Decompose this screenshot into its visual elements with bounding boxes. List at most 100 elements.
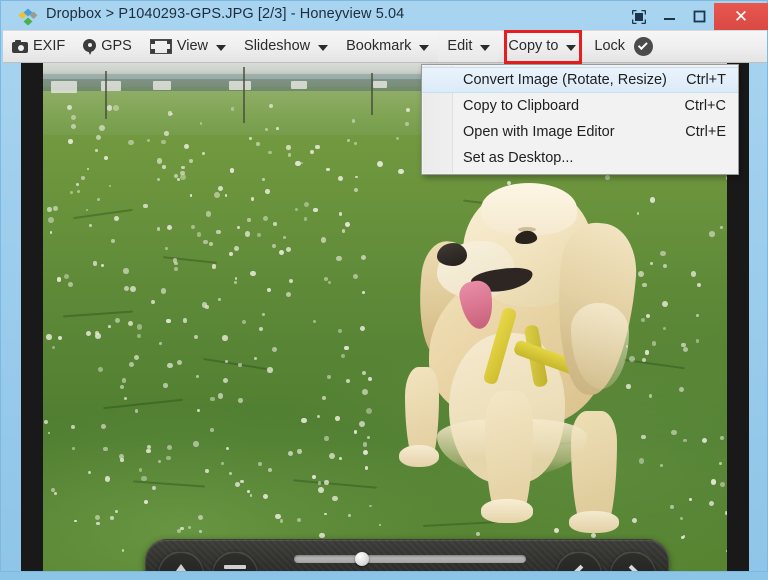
window-controls: ✕	[624, 3, 768, 30]
clover-dot	[682, 346, 688, 352]
clover-dot	[193, 441, 199, 447]
clover-dot	[113, 105, 119, 111]
clover-dot	[719, 462, 723, 466]
dog-subject	[375, 183, 675, 555]
clover-dot	[137, 333, 142, 338]
toolbar-item-view[interactable]: View	[141, 31, 235, 62]
edit-dropdown-menu[interactable]: Convert Image (Rotate, Resize) Ctrl+T Co…	[421, 64, 739, 175]
map-pin-icon	[83, 38, 97, 55]
toolbar-item-gps[interactable]: GPS	[74, 31, 141, 62]
clover-dot	[324, 436, 329, 442]
clover-dot	[121, 378, 127, 383]
menu-item-open-with-image-editor[interactable]: Open with Image Editor Ctrl+E	[422, 119, 738, 145]
toolbar-label-lock: Lock	[594, 38, 626, 55]
clover-dot	[405, 107, 410, 112]
toolbar-item-slideshow[interactable]: Slideshow	[235, 31, 337, 62]
toolbar-item-edit[interactable]: Edit	[438, 31, 500, 62]
clover-dot	[364, 466, 369, 470]
clover-dot	[258, 326, 263, 331]
menu-button[interactable]	[212, 551, 258, 571]
clover-dot	[267, 467, 272, 473]
title-bar[interactable]: Dropbox > P1040293-GPS.JPG [2/3] - Honey…	[2, 2, 768, 30]
clover-dot	[198, 514, 204, 521]
clover-dot	[253, 356, 257, 360]
menu-item-copy-to-clipboard[interactable]: Copy to Clipboard Ctrl+C	[422, 93, 738, 119]
clover-dot	[315, 145, 320, 150]
clover-dot	[267, 367, 273, 373]
clover-dot	[138, 468, 143, 473]
clover-dot	[344, 345, 349, 351]
hamburger-menu-icon	[224, 565, 246, 571]
toolbar-item-bookmark[interactable]: Bookmark	[337, 31, 438, 62]
window-title: Dropbox > P1040293-GPS.JPG [2/3] - Honey…	[46, 6, 405, 22]
clover-dot	[96, 521, 100, 526]
clover-dot	[355, 175, 358, 179]
maximize-icon	[693, 10, 705, 23]
clover-dot	[354, 188, 359, 193]
clover-dot	[134, 409, 139, 413]
zoom-slider[interactable]	[294, 552, 526, 566]
check-badge-icon	[634, 37, 654, 56]
clover-dot	[332, 495, 338, 502]
clover-dot	[110, 238, 115, 244]
clover-dot	[85, 208, 89, 212]
menu-item-set-as-desktop[interactable]: Set as Desktop...	[422, 145, 738, 171]
menu-item-convert-image[interactable]: Convert Image (Rotate, Resize) Ctrl+T	[422, 67, 738, 93]
clover-dot	[225, 447, 229, 451]
clover-dot	[151, 485, 156, 490]
clover-dot	[89, 223, 92, 227]
clover-dot	[88, 471, 92, 475]
clover-dot	[92, 261, 98, 267]
clover-dot	[104, 155, 109, 160]
clover-dot	[95, 333, 101, 339]
main-toolbar: EXIF GPS View Slideshow Bookmark Edit Co…	[3, 30, 767, 63]
clover-dot	[695, 339, 699, 343]
eject-button[interactable]	[158, 551, 204, 571]
clover-dot	[272, 221, 277, 226]
clover-dot	[369, 504, 372, 508]
eject-icon	[170, 564, 192, 571]
viewer-control-bar: + − Lock	[145, 539, 669, 571]
clover-dot	[205, 211, 211, 217]
clover-dot	[353, 273, 359, 279]
zoom-slider-thumb[interactable]	[355, 552, 370, 566]
clover-dot	[318, 486, 324, 493]
honeyview-window: Dropbox > P1040293-GPS.JPG [2/3] - Honey…	[0, 0, 768, 580]
clover-dot	[238, 398, 243, 403]
toolbar-item-copy-to[interactable]: Copy to	[499, 31, 585, 62]
clover-dot	[286, 247, 292, 253]
minimize-button[interactable]	[654, 3, 684, 30]
toolbar-item-lock[interactable]: Lock	[585, 31, 662, 62]
clover-dot	[162, 165, 166, 169]
clover-dot	[70, 425, 75, 429]
maximize-button[interactable]	[684, 3, 714, 30]
clover-dot	[317, 481, 322, 486]
clover-dot	[108, 325, 111, 328]
clover-dot	[269, 104, 274, 108]
clover-dot	[146, 138, 151, 143]
clover-dot	[123, 285, 129, 291]
clover-dot	[312, 207, 318, 213]
clover-dot	[246, 490, 250, 494]
clover-dot	[366, 408, 373, 415]
clover-dot	[328, 453, 335, 460]
clover-dot	[312, 319, 316, 323]
clover-dot	[217, 297, 221, 301]
fullscreen-button[interactable]	[624, 3, 654, 30]
close-button[interactable]: ✕	[714, 3, 768, 30]
toolbar-item-exif[interactable]: EXIF	[3, 31, 74, 62]
clover-dot	[216, 230, 221, 235]
crop-frame-icon	[149, 39, 172, 54]
clover-dot	[190, 224, 196, 230]
clover-dot	[309, 150, 314, 155]
clover-dot	[181, 165, 185, 170]
clover-dot	[57, 335, 63, 341]
clover-dot	[220, 461, 224, 465]
clover-dot	[128, 139, 134, 145]
clover-dot	[268, 150, 272, 155]
clover-dot	[361, 370, 366, 375]
previous-button[interactable]	[556, 551, 602, 571]
chevron-down-icon	[566, 44, 577, 51]
clover-dot	[143, 203, 148, 208]
next-button[interactable]	[610, 551, 656, 571]
